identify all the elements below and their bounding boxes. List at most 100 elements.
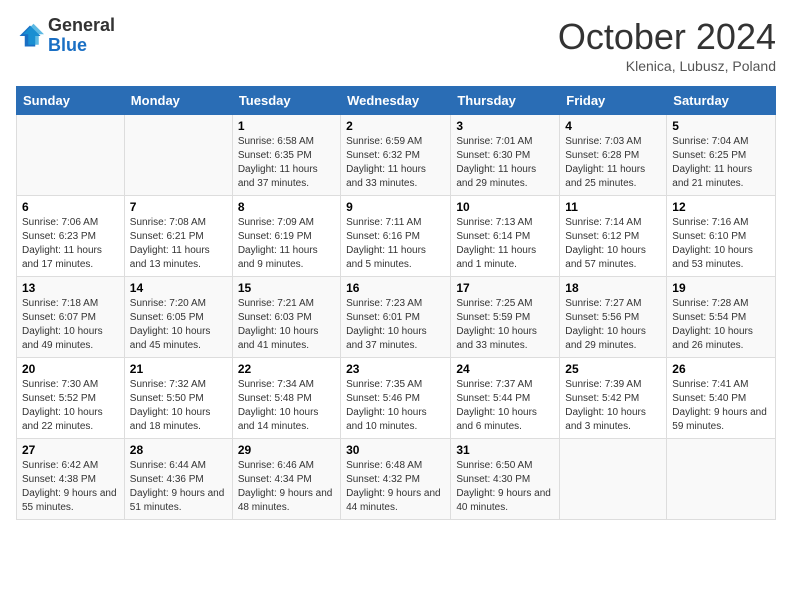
day-number: 1: [238, 119, 335, 133]
calendar-cell: 15 Sunrise: 7:21 AMSunset: 6:03 PMDayligh…: [232, 277, 340, 358]
calendar-cell: 28 Sunrise: 6:44 AMSunset: 4:36 PMDayligh…: [124, 439, 232, 520]
weekday-header-thursday: Thursday: [451, 87, 560, 115]
day-detail: Sunrise: 7:20 AMSunset: 6:05 PMDaylight:…: [130, 297, 227, 353]
calendar-cell: 27 Sunrise: 6:42 AMSunset: 4:38 PMDayligh…: [17, 439, 125, 520]
day-number: 16: [346, 281, 445, 295]
calendar-title: October 2024: [558, 16, 776, 58]
day-number: 12: [672, 200, 770, 214]
day-detail: Sunrise: 7:21 AMSunset: 6:03 PMDaylight:…: [238, 297, 335, 353]
day-detail: Sunrise: 7:11 AMSunset: 6:16 PMDaylight:…: [346, 216, 445, 272]
weekday-header-friday: Friday: [560, 87, 667, 115]
day-number: 5: [672, 119, 770, 133]
day-number: 3: [456, 119, 554, 133]
calendar-cell: 2 Sunrise: 6:59 AMSunset: 6:32 PMDaylight…: [341, 115, 451, 196]
day-number: 27: [22, 443, 119, 457]
day-detail: Sunrise: 6:48 AMSunset: 4:32 PMDaylight:…: [346, 459, 445, 515]
day-number: 26: [672, 362, 770, 376]
day-number: 2: [346, 119, 445, 133]
day-number: 4: [565, 119, 661, 133]
day-detail: Sunrise: 6:42 AMSunset: 4:38 PMDaylight:…: [22, 459, 119, 515]
logo-icon: [16, 22, 44, 50]
week-row-2: 6 Sunrise: 7:06 AMSunset: 6:23 PMDaylight…: [17, 196, 776, 277]
logo: General Blue: [16, 16, 115, 56]
calendar-cell: 8Sunrise: 7:09 AMSunset: 6:19 PMDaylight…: [232, 196, 340, 277]
day-number: 10: [456, 200, 554, 214]
page-header: General Blue October 2024 Klenica, Lubus…: [16, 16, 776, 74]
calendar-cell: 23Sunrise: 7:35 AMSunset: 5:46 PMDayligh…: [341, 358, 451, 439]
day-detail: Sunrise: 6:46 AMSunset: 4:34 PMDaylight:…: [238, 459, 335, 515]
day-detail: Sunrise: 7:01 AMSunset: 6:30 PMDaylight:…: [456, 135, 554, 191]
calendar-cell: 17Sunrise: 7:25 AMSunset: 5:59 PMDayligh…: [451, 277, 560, 358]
day-detail: Sunrise: 7:32 AMSunset: 5:50 PMDaylight:…: [130, 378, 227, 434]
day-detail: Sunrise: 7:08 AMSunset: 6:21 PMDaylight:…: [130, 216, 227, 272]
calendar-cell: 3 Sunrise: 7:01 AMSunset: 6:30 PMDaylight…: [451, 115, 560, 196]
day-detail: Sunrise: 7:41 AMSunset: 5:40 PMDaylight:…: [672, 378, 770, 434]
day-detail: Sunrise: 6:58 AMSunset: 6:35 PMDaylight:…: [238, 135, 335, 191]
weekday-header-sunday: Sunday: [17, 87, 125, 115]
day-number: 20: [22, 362, 119, 376]
day-number: 21: [130, 362, 227, 376]
calendar-cell: 10 Sunrise: 7:13 AMSunset: 6:14 PMDayligh…: [451, 196, 560, 277]
calendar-table: SundayMondayTuesdayWednesdayThursdayFrid…: [16, 86, 776, 520]
day-detail: Sunrise: 6:50 AMSunset: 4:30 PMDaylight:…: [456, 459, 554, 515]
day-number: 15: [238, 281, 335, 295]
day-detail: Sunrise: 7:34 AMSunset: 5:48 PMDaylight:…: [238, 378, 335, 434]
day-detail: Sunrise: 7:06 AMSunset: 6:23 PMDaylight:…: [22, 216, 119, 272]
day-detail: Sunrise: 7:14 AMSunset: 6:12 PMDaylight:…: [565, 216, 661, 272]
weekday-header-wednesday: Wednesday: [341, 87, 451, 115]
calendar-cell: 31 Sunrise: 6:50 AMSunset: 4:30 PMDayligh…: [451, 439, 560, 520]
day-number: 7: [130, 200, 227, 214]
calendar-subtitle: Klenica, Lubusz, Poland: [558, 58, 776, 74]
week-row-5: 27 Sunrise: 6:42 AMSunset: 4:38 PMDayligh…: [17, 439, 776, 520]
day-detail: Sunrise: 7:35 AMSunset: 5:46 PMDaylight:…: [346, 378, 445, 434]
day-number: 17: [456, 281, 554, 295]
day-number: 29: [238, 443, 335, 457]
calendar-cell: [667, 439, 776, 520]
calendar-cell: 13 Sunrise: 7:18 AMSunset: 6:07 PMDayligh…: [17, 277, 125, 358]
day-number: 8: [238, 200, 335, 214]
calendar-cell: 24 Sunrise: 7:37 AMSunset: 5:44 PMDayligh…: [451, 358, 560, 439]
day-number: 13: [22, 281, 119, 295]
day-number: 9: [346, 200, 445, 214]
day-detail: Sunrise: 7:03 AMSunset: 6:28 PMDaylight:…: [565, 135, 661, 191]
weekday-header-tuesday: Tuesday: [232, 87, 340, 115]
day-detail: Sunrise: 7:39 AMSunset: 5:42 PMDaylight:…: [565, 378, 661, 434]
day-number: 14: [130, 281, 227, 295]
day-number: 24: [456, 362, 554, 376]
calendar-cell: 1 Sunrise: 6:58 AMSunset: 6:35 PMDaylight…: [232, 115, 340, 196]
day-detail: Sunrise: 7:27 AMSunset: 5:56 PMDaylight:…: [565, 297, 661, 353]
calendar-cell: 30Sunrise: 6:48 AMSunset: 4:32 PMDayligh…: [341, 439, 451, 520]
day-number: 31: [456, 443, 554, 457]
day-detail: Sunrise: 7:13 AMSunset: 6:14 PMDaylight:…: [456, 216, 554, 272]
logo-blue-text: Blue: [48, 35, 87, 55]
calendar-cell: 21 Sunrise: 7:32 AMSunset: 5:50 PMDayligh…: [124, 358, 232, 439]
day-detail: Sunrise: 6:59 AMSunset: 6:32 PMDaylight:…: [346, 135, 445, 191]
day-number: 6: [22, 200, 119, 214]
day-detail: Sunrise: 7:37 AMSunset: 5:44 PMDaylight:…: [456, 378, 554, 434]
day-detail: Sunrise: 6:44 AMSunset: 4:36 PMDaylight:…: [130, 459, 227, 515]
day-detail: Sunrise: 7:18 AMSunset: 6:07 PMDaylight:…: [22, 297, 119, 353]
calendar-cell: 18 Sunrise: 7:27 AMSunset: 5:56 PMDayligh…: [560, 277, 667, 358]
day-detail: Sunrise: 7:28 AMSunset: 5:54 PMDaylight:…: [672, 297, 770, 353]
day-number: 22: [238, 362, 335, 376]
calendar-cell: [124, 115, 232, 196]
day-detail: Sunrise: 7:04 AMSunset: 6:25 PMDaylight:…: [672, 135, 770, 191]
calendar-cell: 26 Sunrise: 7:41 AMSunset: 5:40 PMDayligh…: [667, 358, 776, 439]
calendar-cell: 9 Sunrise: 7:11 AMSunset: 6:16 PMDaylight…: [341, 196, 451, 277]
calendar-cell: 7 Sunrise: 7:08 AMSunset: 6:21 PMDaylight…: [124, 196, 232, 277]
title-block: October 2024 Klenica, Lubusz, Poland: [558, 16, 776, 74]
day-number: 18: [565, 281, 661, 295]
day-number: 25: [565, 362, 661, 376]
day-detail: Sunrise: 7:16 AMSunset: 6:10 PMDaylight:…: [672, 216, 770, 272]
calendar-cell: 5 Sunrise: 7:04 AMSunset: 6:25 PMDaylight…: [667, 115, 776, 196]
calendar-cell: 12 Sunrise: 7:16 AMSunset: 6:10 PMDayligh…: [667, 196, 776, 277]
calendar-cell: 14 Sunrise: 7:20 AMSunset: 6:05 PMDayligh…: [124, 277, 232, 358]
day-detail: Sunrise: 7:30 AMSunset: 5:52 PMDaylight:…: [22, 378, 119, 434]
calendar-cell: [17, 115, 125, 196]
calendar-cell: 22 Sunrise: 7:34 AMSunset: 5:48 PMDayligh…: [232, 358, 340, 439]
day-number: 28: [130, 443, 227, 457]
week-row-4: 20 Sunrise: 7:30 AMSunset: 5:52 PMDayligh…: [17, 358, 776, 439]
calendar-cell: [560, 439, 667, 520]
calendar-cell: 20 Sunrise: 7:30 AMSunset: 5:52 PMDayligh…: [17, 358, 125, 439]
calendar-cell: 6 Sunrise: 7:06 AMSunset: 6:23 PMDaylight…: [17, 196, 125, 277]
